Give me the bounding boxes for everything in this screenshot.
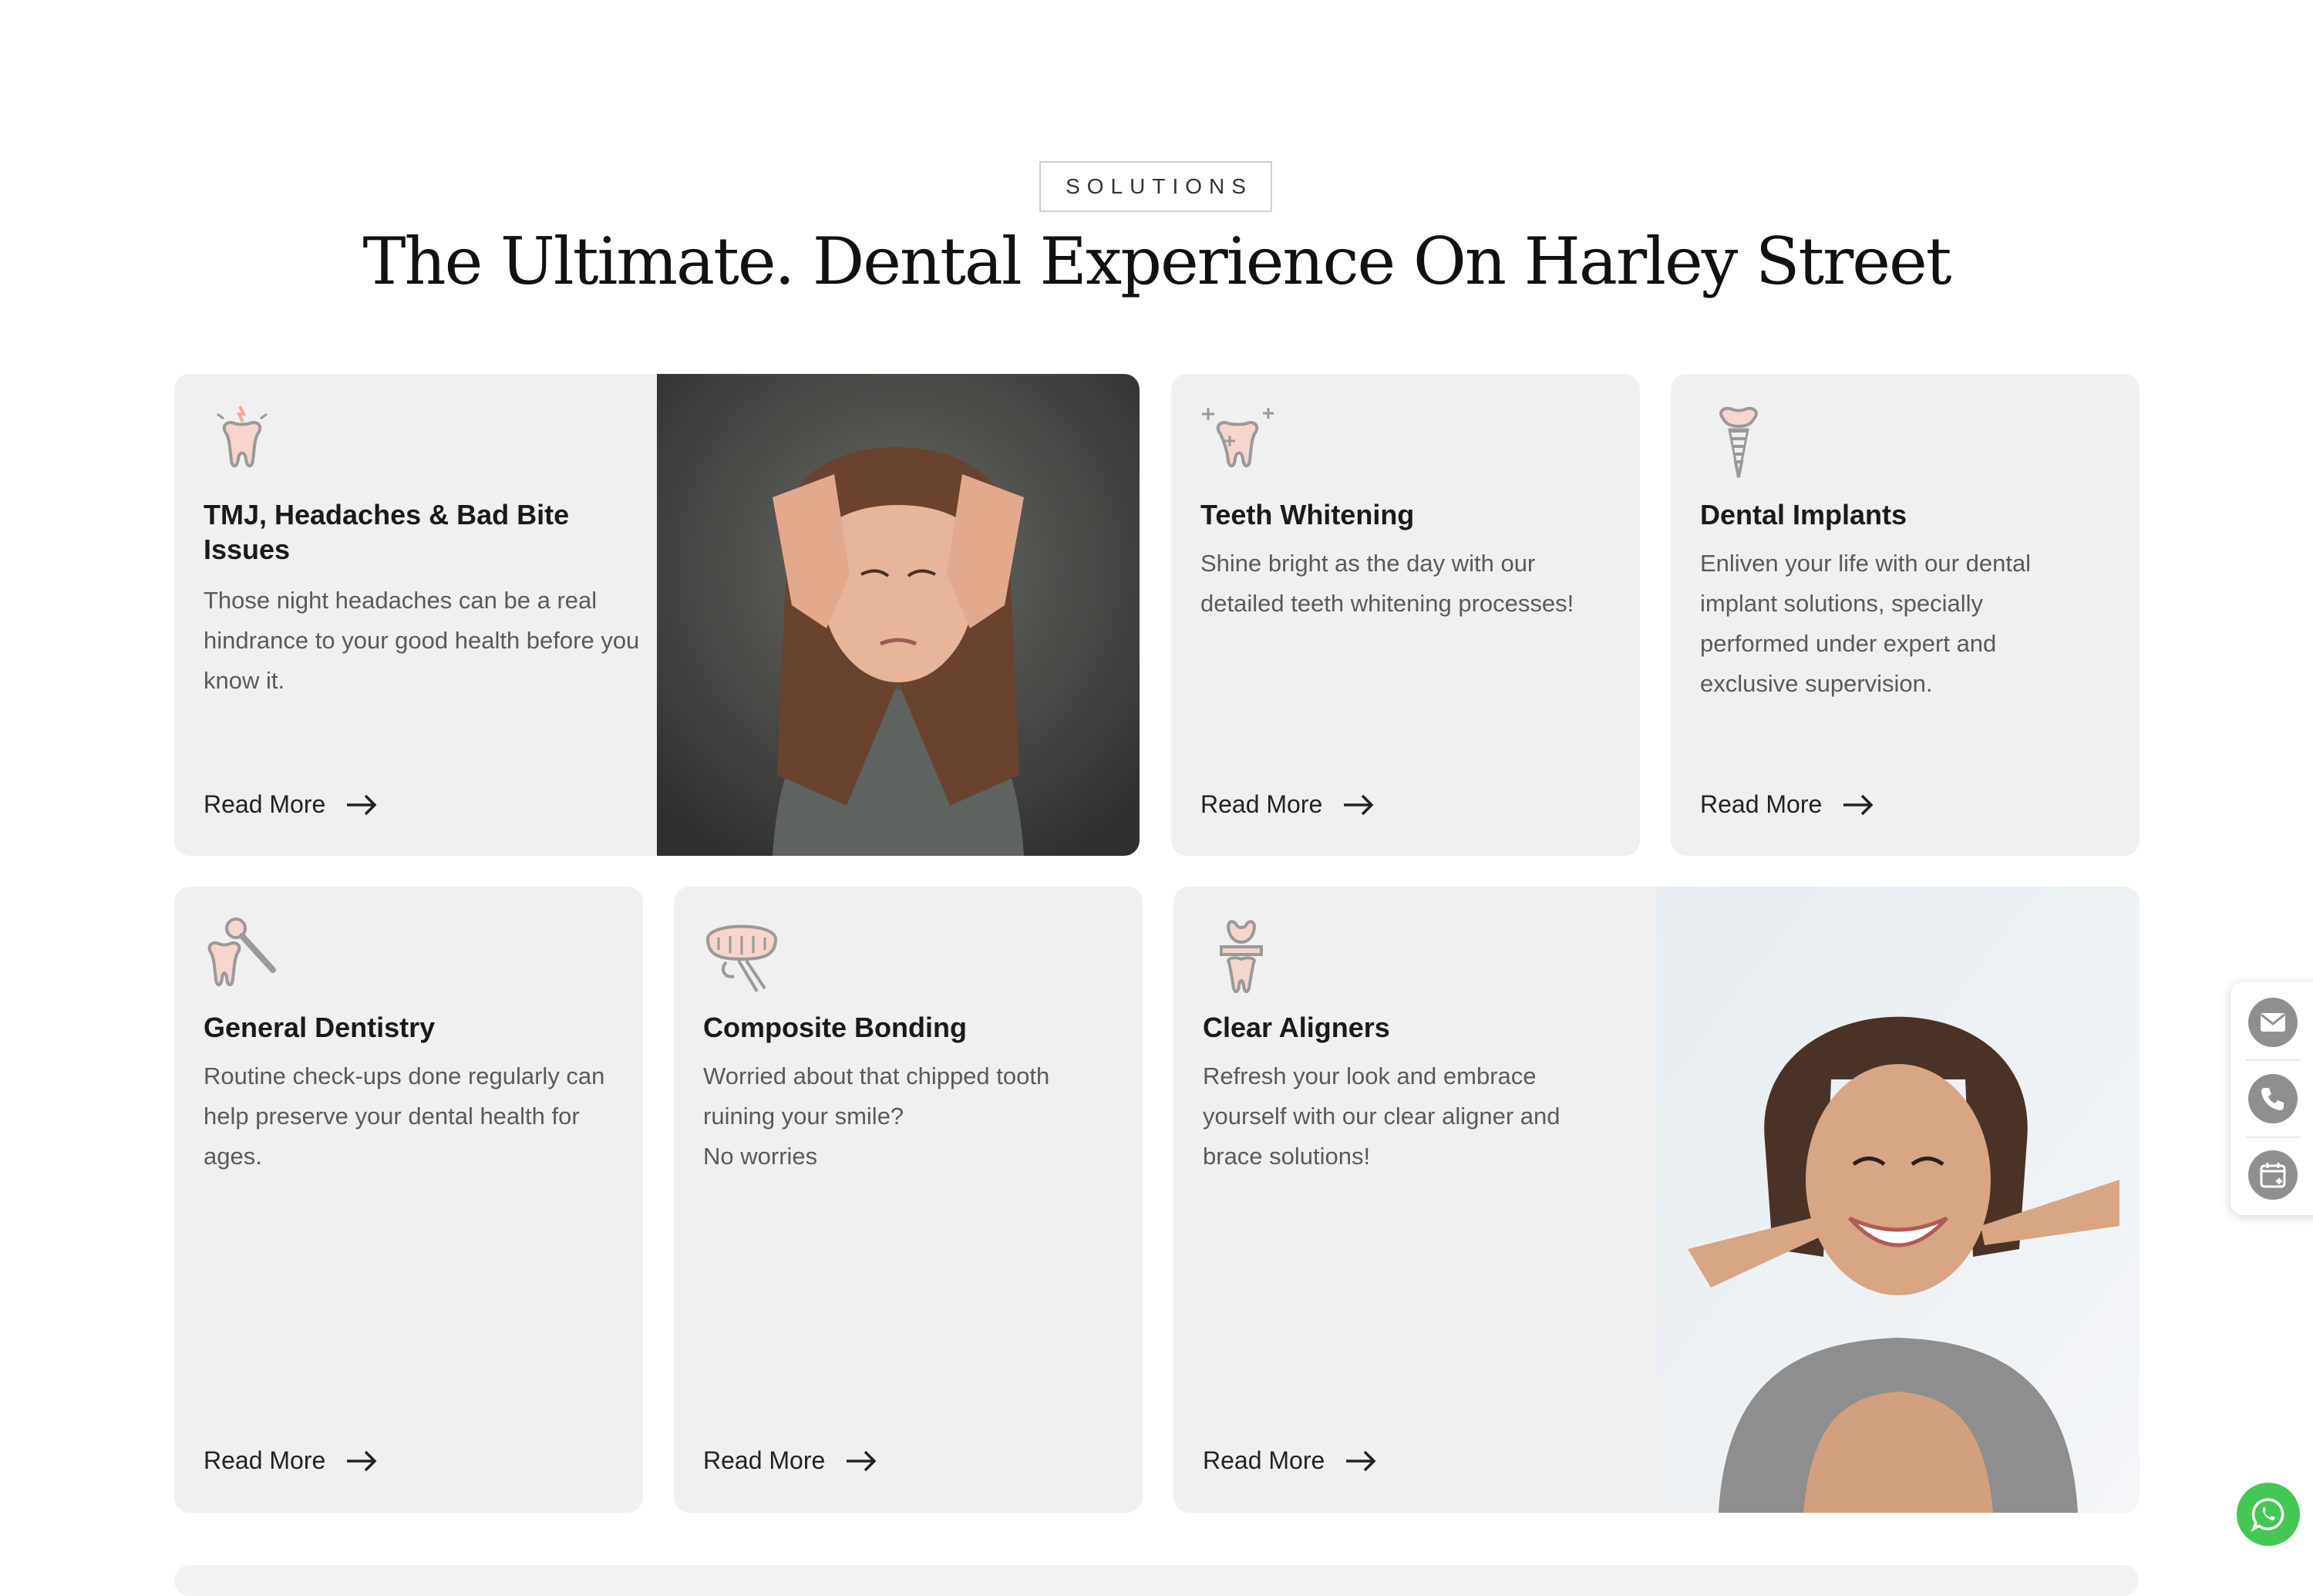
phone-icon (2261, 1088, 2284, 1110)
phone-button[interactable] (2248, 1074, 2298, 1123)
read-more-link[interactable]: Read More (1203, 1446, 1377, 1475)
card-description: Routine check-ups done regularly can hel… (204, 1062, 605, 1170)
whatsapp-chat-button[interactable] (2237, 1483, 2300, 1546)
read-more-link[interactable]: Read More (204, 1446, 378, 1475)
service-card-dental-implants: Dental Implants Enliven your life with o… (1671, 374, 2140, 856)
read-more-label: Read More (1700, 790, 1823, 818)
arrow-right-icon (1344, 794, 1374, 815)
read-more-link[interactable]: Read More (1200, 790, 1375, 819)
arrow-right-icon (1346, 1450, 1376, 1471)
card-description: Worried about that chipped tooth ruining… (703, 1062, 1050, 1170)
dental-implant-icon (1719, 406, 1758, 478)
read-more-label: Read More (1203, 1446, 1325, 1474)
card-description: Enliven your life with our dental implan… (1700, 550, 2032, 697)
read-more-link[interactable]: Read More (204, 790, 378, 819)
arrow-right-icon (347, 794, 377, 815)
whatsapp-icon (2251, 1498, 2284, 1532)
calendar-button[interactable] (2248, 1150, 2298, 1200)
aligner-tooth-icon (1220, 920, 1263, 993)
service-card-general-dentistry: General Dentistry Routine check-ups done… (174, 887, 643, 1513)
card-title: Composite Bonding (703, 1012, 967, 1043)
read-more-link[interactable]: Read More (1700, 790, 1874, 819)
arrow-right-icon (847, 1450, 877, 1471)
sparkling-tooth-icon (1202, 408, 1274, 468)
teeth-bonding-icon (705, 924, 778, 993)
read-more-label: Read More (204, 790, 326, 818)
arrow-right-icon (1843, 794, 1874, 815)
service-card-teeth-whitening: Teeth Whitening Shine bright as the day … (1171, 374, 1640, 856)
tooth-pain-icon (217, 406, 268, 468)
card-description: Refresh your look and embrace yourself w… (1203, 1062, 1561, 1170)
divider (2246, 1059, 2300, 1061)
arrow-right-icon (347, 1450, 377, 1471)
read-more-label: Read More (1200, 790, 1323, 818)
headache-photo (657, 374, 1140, 856)
service-card-clear-aligners: Clear Aligners Refresh your look and emb… (1173, 887, 2140, 1513)
calendar-icon (2260, 1163, 2286, 1188)
card-title: General Dentistry (204, 1012, 436, 1043)
card-title: Teeth Whitening (1200, 499, 1415, 530)
card-title: TMJ, Headaches & Bad Bite Issues (204, 499, 570, 565)
section-headline: The Ultimate. Dental Experience On Harle… (362, 224, 1952, 299)
tooth-magnifier-icon (207, 918, 276, 987)
next-section-edge (174, 1565, 2139, 1596)
read-more-label: Read More (703, 1446, 826, 1474)
email-icon (2261, 1013, 2285, 1032)
read-more-label: Read More (204, 1446, 326, 1474)
card-description: Shine bright as the day with our detaile… (1200, 550, 1574, 617)
email-button[interactable] (2248, 998, 2298, 1047)
card-title: Clear Aligners (1203, 1012, 1390, 1043)
card-description: Those night headaches can be a real hind… (204, 587, 640, 694)
divider (2246, 1136, 2300, 1138)
service-card-tmj: TMJ, Headaches & Bad Bite Issues Those n… (174, 374, 1140, 856)
read-more-link[interactable]: Read More (703, 1446, 877, 1475)
section-eyebrow: SOLUTIONS (1039, 161, 1272, 212)
smile-photo (1657, 887, 2140, 1513)
service-card-composite-bonding: Composite Bonding Worried about that chi… (674, 887, 1143, 1513)
floating-contact-panel (2231, 982, 2313, 1215)
card-title: Dental Implants (1700, 499, 1907, 530)
